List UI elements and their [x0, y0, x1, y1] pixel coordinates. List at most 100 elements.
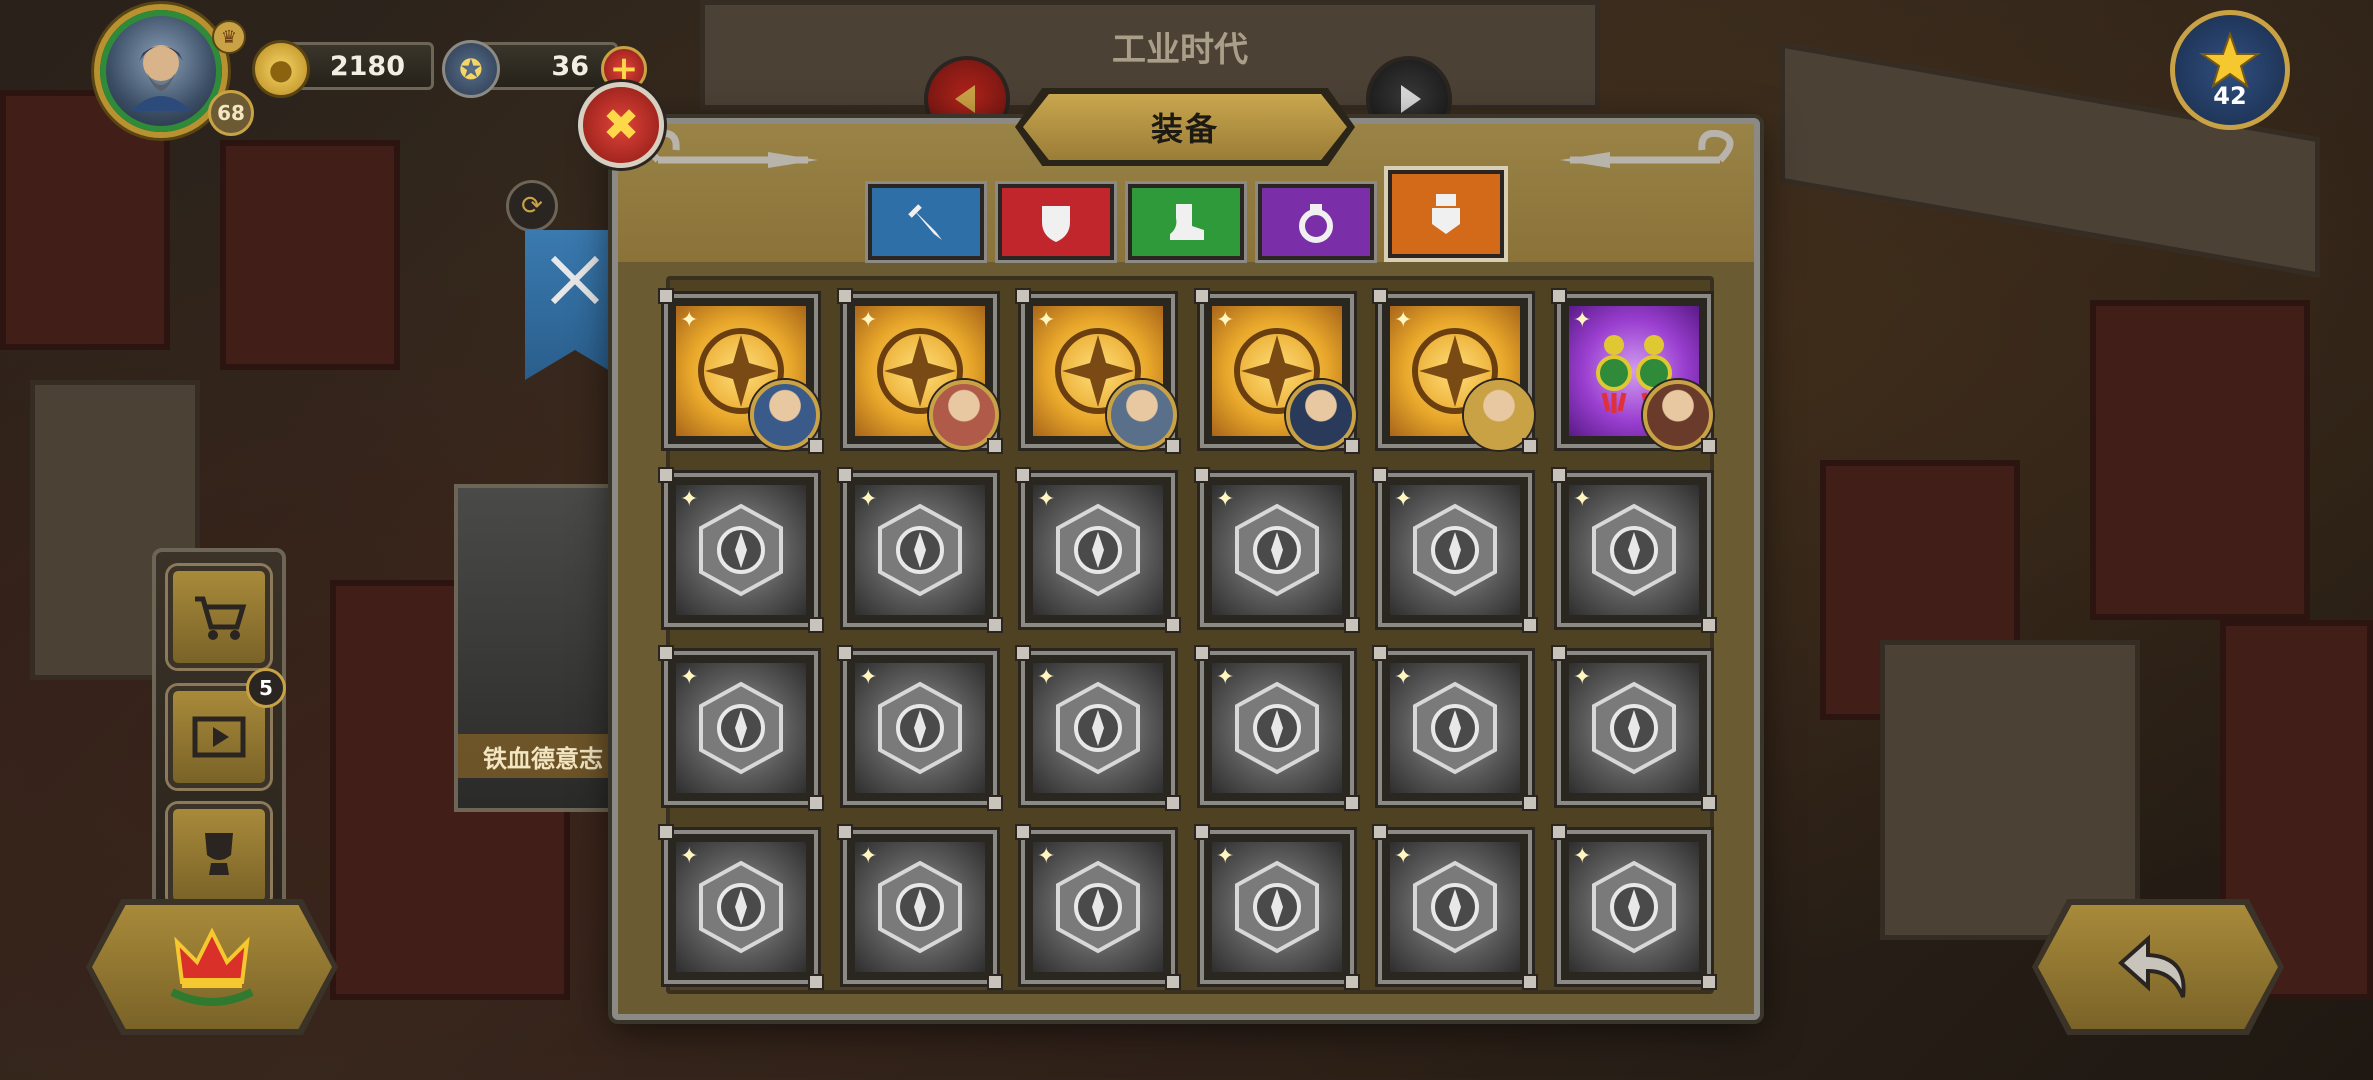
- tab-weapon[interactable]: [868, 184, 984, 260]
- female-hero-portrait: [929, 380, 999, 450]
- slot-emblem-area: ✦: [1569, 485, 1699, 615]
- slot-emblem-area: ✦: [1212, 485, 1342, 615]
- slot-emblem-area: ✦: [1212, 842, 1342, 972]
- slot-emblem-area: ✦: [1390, 842, 1520, 972]
- slot-emblem-area: ✦: [676, 663, 806, 793]
- cannon-emblem: [878, 860, 962, 954]
- equipment-slot[interactable]: ✦: [1015, 288, 1181, 454]
- dagger-icon: [908, 204, 942, 240]
- sparkle-icon: ✦: [680, 487, 699, 512]
- bird-emblem: [1413, 860, 1497, 954]
- tab-armor[interactable]: [998, 184, 1114, 260]
- equipment-slot[interactable]: ✦: [658, 467, 824, 633]
- trophy-icon: [205, 833, 233, 875]
- back-button[interactable]: [2038, 905, 2278, 1029]
- compass-emblem: [878, 503, 962, 597]
- close-button[interactable]: ✖: [578, 82, 664, 168]
- tab-boots[interactable]: [1128, 184, 1244, 260]
- equipment-slot[interactable]: ✦: [1551, 288, 1717, 454]
- equipment-slot[interactable]: ✦: [837, 824, 1003, 990]
- equipment-slot[interactable]: ✦: [1372, 467, 1538, 633]
- close-icon: ✖: [602, 99, 640, 151]
- sparkle-icon: ✦: [859, 487, 878, 512]
- player-level-badge: 68: [208, 90, 254, 136]
- equipment-slot[interactable]: ✦: [1551, 645, 1717, 811]
- shop-button[interactable]: [168, 566, 270, 668]
- equipment-slot[interactable]: ✦: [1015, 645, 1181, 811]
- battle-banner[interactable]: [525, 230, 625, 380]
- equipment-slot[interactable]: ✦: [1194, 645, 1360, 811]
- flag-emblem: [1413, 503, 1497, 597]
- tab-ring[interactable]: [1258, 184, 1374, 260]
- equipment-slot[interactable]: ✦: [1551, 824, 1717, 990]
- sparkle-icon: ✦: [680, 308, 699, 333]
- event-card[interactable]: 铁血德意志: [454, 484, 632, 812]
- sparkle-icon: ✦: [680, 844, 699, 869]
- refresh-icon[interactable]: ⟳: [506, 180, 558, 232]
- slot-emblem-area: ✦: [855, 485, 985, 615]
- sparkle-icon: ✦: [1394, 308, 1413, 333]
- kingdom-button[interactable]: [92, 905, 332, 1029]
- player-avatar[interactable]: [100, 10, 222, 132]
- sparkle-icon: ✦: [1037, 665, 1056, 690]
- equipment-slot[interactable]: ✦: [837, 288, 1003, 454]
- equipment-slot[interactable]: ✦: [837, 645, 1003, 811]
- compass-emblem: [1056, 503, 1140, 597]
- equipment-slot[interactable]: ✦: [1372, 645, 1538, 811]
- sparkle-icon: ✦: [1394, 844, 1413, 869]
- return-arrow-icon: [2117, 934, 2186, 998]
- crown-icon: ♛: [212, 20, 246, 54]
- slot-emblem-area: ✦: [1569, 842, 1699, 972]
- equipment-slot[interactable]: ✦: [658, 645, 824, 811]
- star-rating-badge[interactable]: 42: [2170, 10, 2290, 130]
- bearded-hero-portrait: [1107, 380, 1177, 450]
- equipment-slot[interactable]: ✦: [1551, 467, 1717, 633]
- equipment-slot[interactable]: ✦: [1194, 467, 1360, 633]
- building-roof: [2090, 300, 2310, 620]
- officer-portrait: [1286, 380, 1356, 450]
- sparkle-icon: ✦: [1216, 487, 1235, 512]
- trophy-button[interactable]: [168, 804, 270, 906]
- sparkle-icon: ✦: [1037, 844, 1056, 869]
- crossed-cannons-emblem: [878, 681, 962, 775]
- era-title: 工业时代: [1112, 30, 1248, 70]
- stars-icon: [2198, 30, 2262, 89]
- equipment-slot[interactable]: ✦: [1372, 288, 1538, 454]
- equipment-slot[interactable]: ✦: [658, 824, 824, 990]
- sparkle-icon: ✦: [1573, 487, 1592, 512]
- equipment-slot[interactable]: ✦: [1194, 288, 1360, 454]
- factory-emblem: [1056, 681, 1140, 775]
- equipment-slot[interactable]: ✦: [1194, 824, 1360, 990]
- equipment-slot[interactable]: ✦: [1015, 467, 1181, 633]
- sparkle-icon: ✦: [1037, 308, 1056, 333]
- slot-emblem-area: ✦: [1033, 842, 1163, 972]
- sparkle-icon: ✦: [1216, 665, 1235, 690]
- crown-emblem: [1235, 681, 1319, 775]
- equipment-slot[interactable]: ✦: [1372, 824, 1538, 990]
- sparkle-icon: ✦: [1394, 665, 1413, 690]
- equipment-slot[interactable]: ✦: [1015, 824, 1181, 990]
- slot-emblem-area: ✦: [855, 842, 985, 972]
- sparkle-icon: ✦: [1573, 665, 1592, 690]
- slot-emblem-area: ✦: [676, 842, 806, 972]
- equipment-slot[interactable]: ✦: [837, 467, 1003, 633]
- musketeer-portrait: [1643, 380, 1713, 450]
- trident-emblem: [1235, 860, 1319, 954]
- sparkle-icon: ✦: [859, 844, 878, 869]
- equipment-slot[interactable]: ✦: [658, 288, 824, 454]
- crest-shield-emblem: [1592, 503, 1676, 597]
- helmet-emblem: [1235, 503, 1319, 597]
- blonde-hero-portrait: [1464, 380, 1534, 450]
- tab-medal[interactable]: [1388, 170, 1504, 258]
- medal-icon: [1432, 194, 1460, 234]
- coin-icon: ●: [252, 40, 310, 98]
- event-label: 铁血德意志: [458, 734, 628, 778]
- slot-emblem-area: ✦: [1212, 663, 1342, 793]
- shop-cart-icon: [195, 596, 247, 640]
- anchor-emblem: [699, 681, 783, 775]
- crossed-swords-icon: [550, 255, 600, 305]
- sparkle-icon: ✦: [859, 308, 878, 333]
- slot-emblem-area: ✦: [1390, 485, 1520, 615]
- sparkle-icon: ✦: [1573, 844, 1592, 869]
- sparkle-icon: ✦: [680, 665, 699, 690]
